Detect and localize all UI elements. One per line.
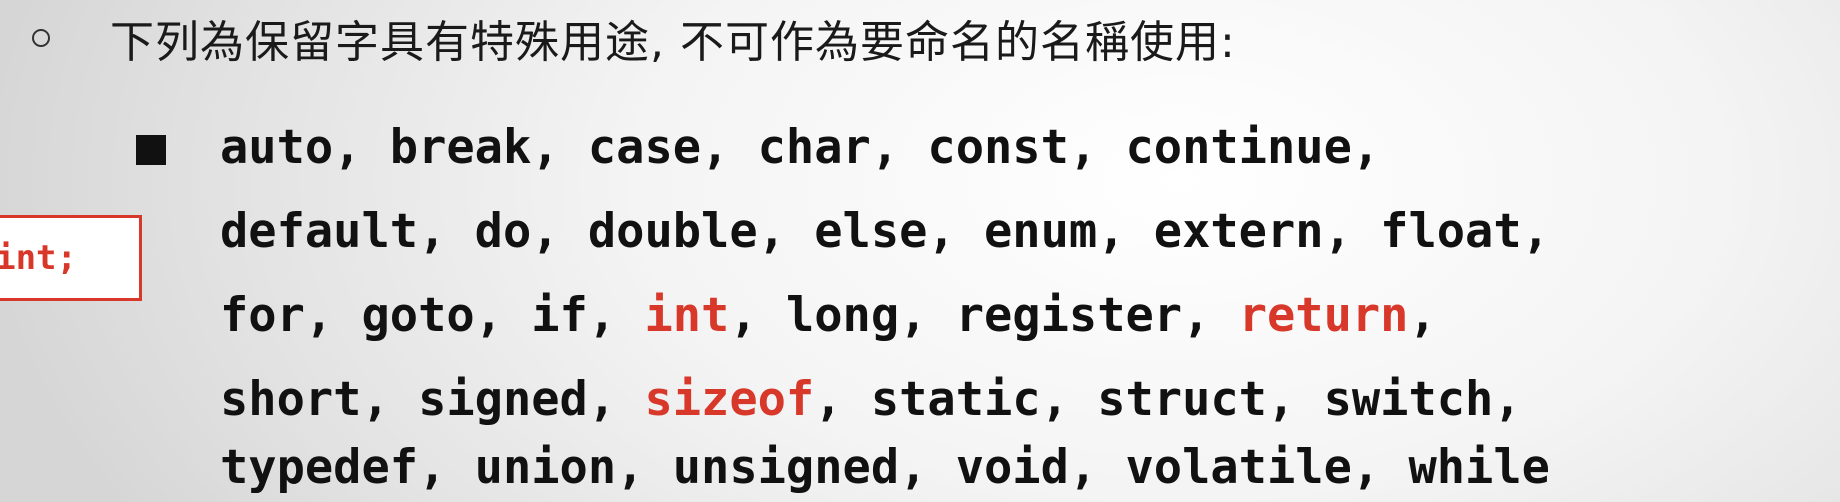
keyword-separator: , [870, 120, 928, 175]
keyword-union: union [474, 440, 617, 495]
keyword-separator: , [814, 372, 871, 427]
keyword-separator: , [1323, 204, 1381, 259]
keyword-separator: , [1351, 120, 1381, 175]
keyword-separator: , [587, 372, 645, 427]
keyword-separator: , [418, 204, 475, 259]
keyword-struct: struct [1097, 372, 1267, 427]
keyword-separator: , [1493, 372, 1522, 427]
keyword-long: long [785, 288, 900, 343]
code-snippet-box: int; [0, 215, 142, 301]
keyword-sizeof: sizeof [644, 372, 815, 427]
circle-bullet-icon [32, 29, 50, 47]
keyword-return: return [1238, 288, 1409, 343]
code-snippet-text: int; [0, 238, 77, 278]
keyword-separator: , [1068, 120, 1126, 175]
keyword-separator: , [899, 288, 956, 343]
keyword-continue: continue [1125, 120, 1352, 175]
keyword-enum: enum [984, 204, 1098, 259]
keyword-separator: , [1408, 288, 1437, 343]
keyword-separator: , [1351, 440, 1409, 495]
keyword-separator: , [1097, 204, 1154, 259]
keyword-separator: , [531, 204, 588, 259]
keyword-line: short, signed, sizeof, static, struct, s… [220, 370, 1522, 430]
keyword-separator: , [927, 204, 985, 259]
keyword-short: short [220, 372, 362, 427]
keyword-separator: , [361, 372, 419, 427]
keyword-line: for, goto, if, int, long, register, retu… [220, 286, 1437, 346]
keyword-else: else [814, 204, 928, 259]
keyword-float: float [1380, 204, 1522, 259]
keyword-separator: , [729, 288, 786, 343]
keyword-separator: , [304, 288, 362, 343]
keyword-auto: auto [220, 120, 334, 175]
keyword-line: default, do, double, else, enum, extern,… [220, 202, 1550, 262]
keyword-separator: , [587, 288, 645, 343]
heading-row: 下列為保留字具有特殊用途, 不可作為要命名的名稱使用: [30, 6, 1236, 70]
keyword-separator: , [757, 204, 815, 259]
keyword-separator: , [1068, 440, 1126, 495]
keyword-double: double [587, 204, 758, 259]
keyword-separator: , [616, 440, 673, 495]
keyword-separator: , [1266, 372, 1324, 427]
keyword-separator: , [418, 440, 475, 495]
keyword-case: case [587, 120, 702, 175]
keyword-extern: extern [1153, 204, 1324, 259]
keyword-separator: , [899, 440, 956, 495]
keyword-volatile: volatile [1125, 440, 1352, 495]
keyword-line: auto, break, case, char, const, continue… [220, 118, 1380, 178]
keyword-unsigned: unsigned [672, 440, 900, 495]
keyword-do: do [474, 204, 532, 259]
keyword-if: if [531, 288, 588, 343]
keyword-separator: , [531, 120, 588, 175]
keyword-register: register [955, 288, 1183, 343]
keyword-void: void [955, 440, 1069, 495]
heading-text: 下列為保留字具有特殊用途, 不可作為要命名的名稱使用: [110, 17, 1236, 68]
keyword-while: while [1408, 440, 1550, 495]
keyword-separator: , [333, 120, 390, 175]
keyword-typedef: typedef [220, 440, 419, 495]
keyword-goto: goto [361, 288, 475, 343]
slide: 下列為保留字具有特殊用途, 不可作為要命名的名稱使用: int; auto, b… [0, 0, 1840, 502]
keyword-default: default [220, 204, 419, 259]
keyword-char: char [757, 120, 871, 175]
keyword-separator: , [474, 288, 532, 343]
keyword-int: int [644, 288, 730, 343]
keyword-const: const [927, 120, 1069, 175]
keyword-line: typedef, union, unsigned, void, volatile… [220, 438, 1550, 498]
keyword-separator: , [701, 120, 758, 175]
keyword-signed: signed [418, 372, 588, 427]
keyword-separator: , [1040, 372, 1098, 427]
keyword-static: static [870, 372, 1041, 427]
keyword-switch: switch [1323, 372, 1494, 427]
keyword-break: break [389, 120, 532, 175]
keyword-separator: , [1182, 288, 1239, 343]
keyword-separator: , [1521, 204, 1550, 259]
square-bullet-icon [136, 135, 166, 165]
keyword-for: for [220, 288, 305, 343]
